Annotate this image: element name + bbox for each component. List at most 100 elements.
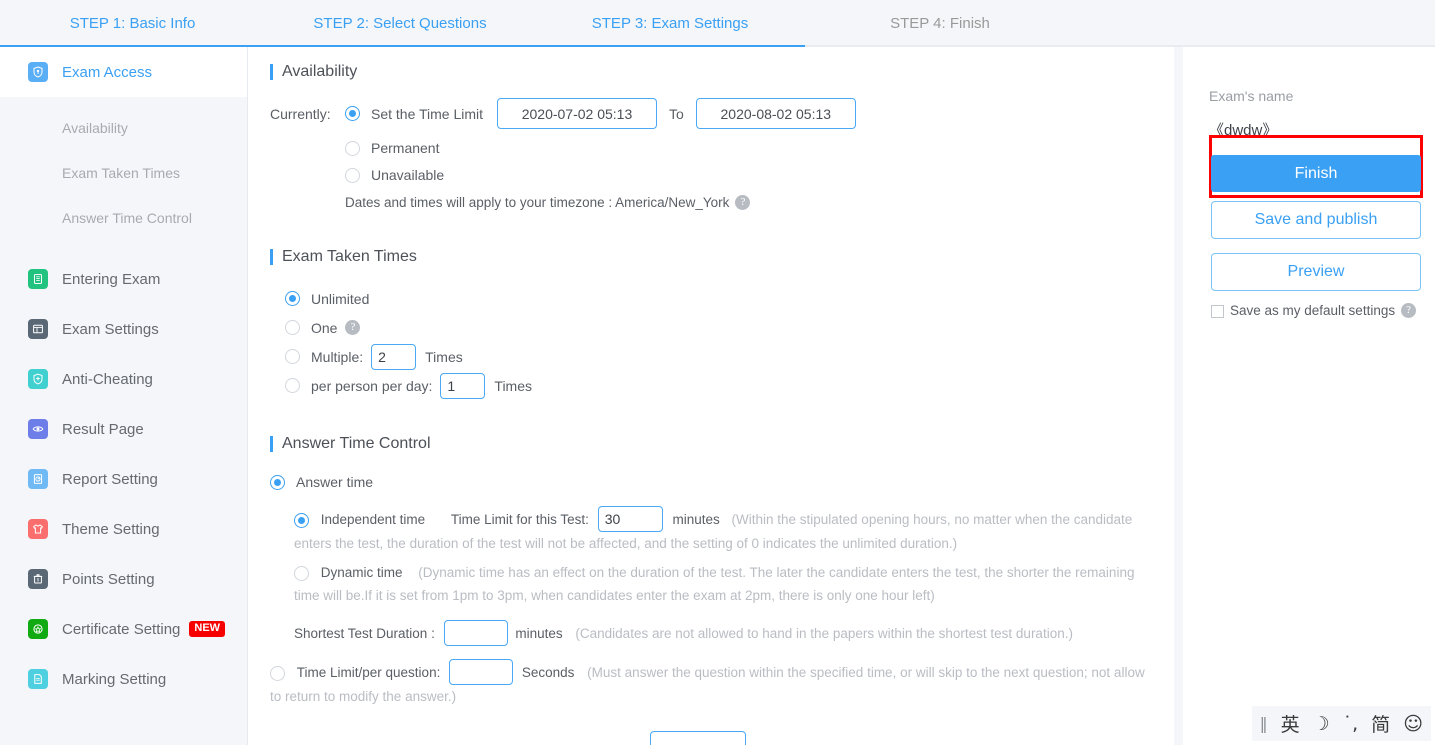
sidebar-item-report-setting[interactable]: Report Setting [0,454,247,504]
radio-answer-time-label: Answer time [296,474,374,490]
radio-one[interactable] [285,320,300,335]
radio-per-person-per-day-label: per person per day: [311,377,433,394]
sidebar-item-label: Anti-Cheating [62,370,153,388]
ime-simplified-icon[interactable]: 简 [1371,710,1390,737]
dynamic-time-note: (Dynamic time has an effect on the durat… [294,565,1135,603]
radio-dynamic-time-label: Dynamic time [320,565,403,580]
ime-separator-icon: ‖ [1259,714,1268,733]
time-limit-unit: minutes [672,512,720,527]
timezone-note-text: Dates and times will apply to your timez… [345,195,730,210]
section-title: Availability [270,63,1170,81]
shield-plus-icon [28,369,48,389]
time-limit-input[interactable] [597,506,663,532]
step-tab-4[interactable]: STEP 4: Finish [805,15,1075,32]
radio-unavailable-label: Unavailable [371,167,445,183]
answer-time-options: Answer time Independent time Time Limit … [270,474,1150,708]
exam-taken-times-options: Unlimited One ? Multiple: Times per pers… [270,285,970,399]
shield-key-icon [28,62,48,82]
radio-unavailable[interactable] [345,167,360,183]
bottom-partial-input[interactable] [650,731,746,745]
preview-button[interactable]: Preview [1211,253,1421,291]
help-icon[interactable]: ? [735,195,751,210]
sidebar-item-exam-access[interactable]: Exam Access [0,47,247,97]
radio-unlimited-label: Unlimited [311,290,370,307]
ime-smiley-icon[interactable]: ☺ [1403,713,1423,735]
shortest-duration-input[interactable] [443,620,508,646]
finish-button[interactable]: Finish [1211,155,1421,192]
start-date-input[interactable] [497,98,657,129]
step-progress-bar: STEP 1: Basic Info STEP 2: Select Questi… [0,0,1435,47]
sidebar-item-result-page[interactable]: Result Page [0,404,247,454]
radio-multiple[interactable] [285,349,300,364]
sidebar-item-anti-cheating[interactable]: Anti-Cheating [0,354,247,404]
sidebar-subitem-answer-time-control[interactable]: Answer Time Control [0,195,247,240]
sidebar-item-certificate-setting[interactable]: Certificate Setting NEW [0,604,247,654]
save-default-settings-checkbox[interactable] [1211,305,1224,318]
sidebar-item-label: Result Page [62,420,144,438]
save-default-settings-label: Save as my default settings [1230,303,1396,318]
shortest-duration-row: Shortest Test Duration : minutes (Candid… [294,620,1150,646]
sidebar-item-marking-setting[interactable]: Marking Setting [0,654,247,704]
per-person-per-day-input[interactable] [440,372,486,399]
step-tab-1[interactable]: STEP 1: Basic Info [0,15,265,32]
sidebar-item-points-setting[interactable]: Points Setting [0,554,247,604]
default-settings-row: Save as my default settings ? [1211,303,1426,318]
ime-language-icon[interactable]: 英 [1281,710,1300,737]
end-date-input[interactable] [695,98,856,129]
timezone-note: Dates and times will apply to your timez… [270,195,1170,210]
report-chart-icon [28,469,48,489]
per-question-label: Time Limit/per question: [296,665,441,680]
availability-row-time-limit: Currently: Set the Time Limit To [270,98,1170,129]
radio-dynamic-time[interactable] [294,565,309,581]
step-tab-2[interactable]: STEP 2: Select Questions [265,15,535,32]
currently-label: Currently: [270,105,331,122]
radio-time-limit-per-question[interactable] [270,665,285,681]
availability-row-permanent: Permanent [270,140,1170,156]
sidebar-subitem-availability[interactable]: Availability [0,105,247,150]
radio-independent-time-label: Independent time [320,512,426,527]
step-tab-3[interactable]: STEP 3: Exam Settings [535,15,805,32]
taken-row-one: One ? [285,314,970,341]
taken-row-unlimited: Unlimited [285,285,970,312]
multiple-times-unit: Times [425,348,463,365]
availability-row-unavailable: Unavailable [270,167,1170,183]
answer-time-suboptions: Independent time Time Limit for this Tes… [270,506,1150,708]
save-and-publish-button[interactable]: Save and publish [1211,201,1421,239]
eye-icon [28,419,48,439]
answer-time-control-title-text: Answer Time Control [282,435,431,452]
sidebar-item-label: Theme Setting [62,520,160,538]
radio-independent-time[interactable] [294,512,309,528]
right-action-panel: Exam's name 《dwdw》 Finish Save and publi… [1183,47,1435,745]
trash-points-icon [28,569,48,589]
sidebar-item-label: Entering Exam [62,270,161,288]
marking-page-icon [28,669,48,689]
ime-moon-icon[interactable]: ☽ [1313,713,1330,735]
per-question-unit: Seconds [521,665,575,680]
section-accent-bar [270,249,273,265]
section-accent-bar [270,64,273,80]
sidebar-item-theme-setting[interactable]: Theme Setting [0,504,247,554]
sidebar-item-label: Exam Settings [62,320,159,338]
main-content: Availability Currently: Set the Time Lim… [248,47,1174,745]
radio-per-person-per-day[interactable] [285,378,300,393]
multiple-times-input[interactable] [371,343,417,370]
help-icon[interactable]: ? [1401,303,1417,318]
availability-options: Currently: Set the Time Limit To Permane… [270,98,1170,210]
sidebar-subitem-exam-taken-times[interactable]: Exam Taken Times [0,150,247,195]
ime-punctuation-icon[interactable]: ˙, [1343,713,1359,735]
radio-unlimited[interactable] [285,291,300,306]
sidebar-item-label: Report Setting [62,470,158,488]
per-question-input[interactable] [449,659,514,685]
sidebar-item-exam-settings[interactable]: Exam Settings [0,304,247,354]
availability-title-text: Availability [282,63,358,80]
radio-permanent[interactable] [345,140,360,156]
section-title: Answer Time Control [270,435,1150,453]
sidebar-item-entering-exam[interactable]: Entering Exam [0,254,247,304]
shortest-duration-label: Shortest Test Duration : [294,626,435,641]
section-accent-bar [270,436,273,452]
exam-taken-times-title-text: Exam Taken Times [282,248,417,265]
radio-answer-time[interactable] [270,474,285,490]
help-icon[interactable]: ? [345,320,361,335]
radio-set-time-limit[interactable] [345,106,360,121]
section-exam-taken-times: Exam Taken Times Unlimited One ? Multipl… [270,248,970,399]
